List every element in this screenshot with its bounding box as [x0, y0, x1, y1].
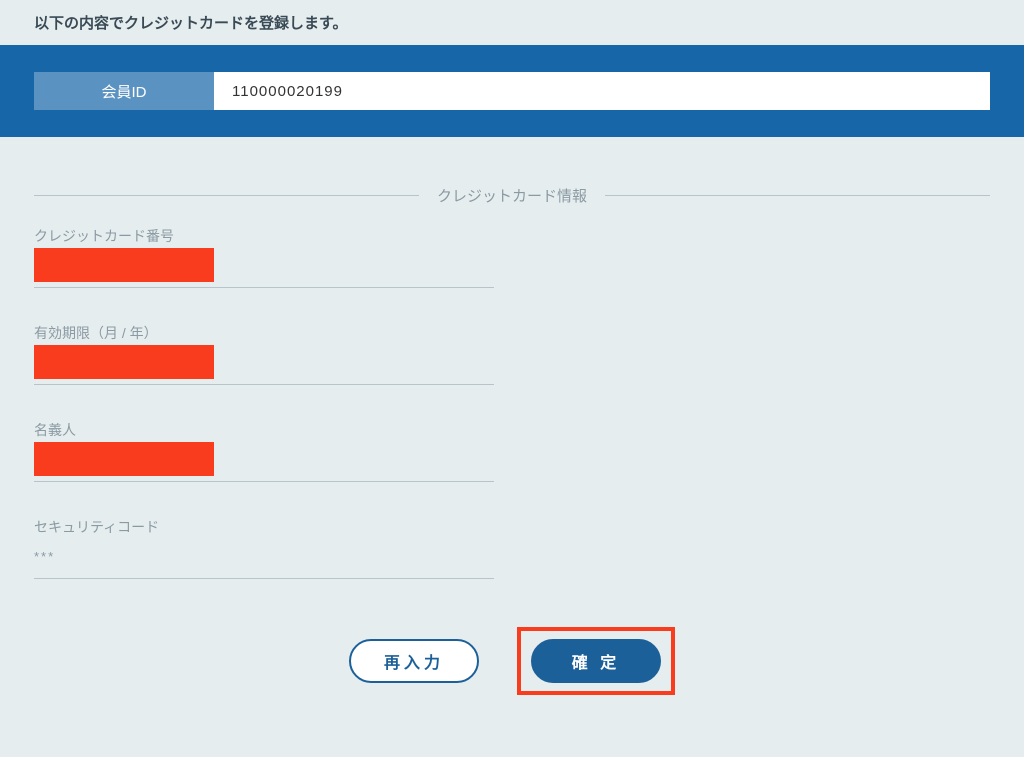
confirm-button[interactable]: 確 定 [531, 639, 661, 683]
confirm-highlight: 確 定 [517, 627, 675, 695]
section-header: クレジットカード情報 [34, 185, 990, 206]
redacted-block [34, 248, 214, 282]
redacted-block [34, 345, 214, 379]
member-id-label: 会員ID [34, 72, 214, 110]
section-title: クレジットカード情報 [419, 185, 605, 206]
card-number-label: クレジットカード番号 [34, 226, 494, 246]
member-id-value: 110000020199 [214, 72, 990, 110]
security-code-field: セキュリティコード *** [34, 517, 494, 579]
divider-line [34, 195, 419, 196]
expiry-value [34, 347, 494, 385]
expiry-field: 有効期限（月 / 年） [34, 323, 494, 385]
member-id-bar: 会員ID 110000020199 [0, 45, 1024, 137]
expiry-label: 有効期限（月 / 年） [34, 323, 494, 343]
holder-field: 名義人 [34, 420, 494, 482]
security-code-label: セキュリティコード [34, 517, 494, 537]
redacted-block [34, 442, 214, 476]
button-row: 再入力 確 定 [34, 627, 990, 695]
reinput-button[interactable]: 再入力 [349, 639, 479, 683]
card-number-field: クレジットカード番号 [34, 226, 494, 288]
holder-value [34, 444, 494, 482]
instruction-text: 以下の内容でクレジットカードを登録します。 [0, 0, 1024, 45]
divider-line [605, 195, 990, 196]
holder-label: 名義人 [34, 420, 494, 440]
card-number-value [34, 250, 494, 288]
security-code-value: *** [34, 541, 494, 579]
